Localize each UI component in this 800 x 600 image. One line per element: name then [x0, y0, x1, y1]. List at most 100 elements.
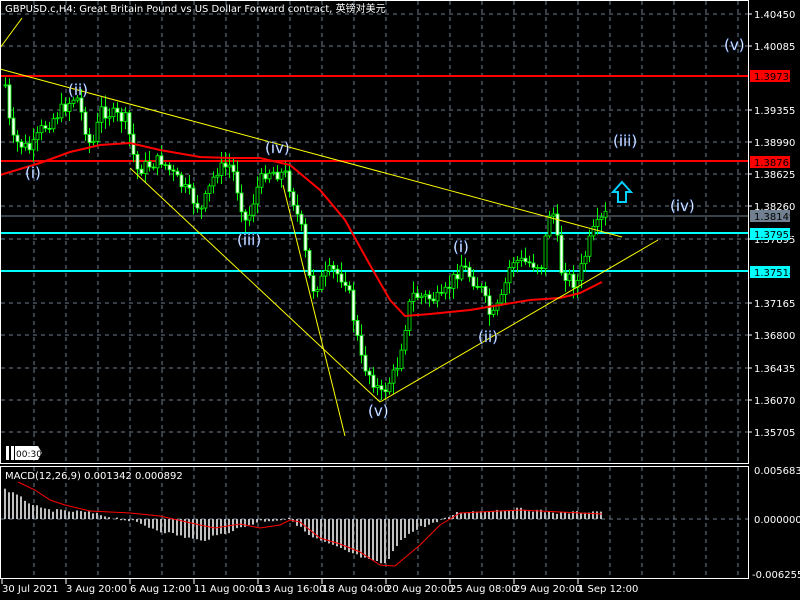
- macd-bar: [152, 519, 154, 529]
- candle-body: [7, 84, 12, 119]
- candle-body: [143, 161, 148, 174]
- macd-bar: [100, 515, 102, 519]
- candle-body: [539, 267, 544, 269]
- macd-bar: [568, 513, 570, 519]
- candle-body: [523, 257, 528, 263]
- price-tick: 1.38990: [754, 138, 795, 149]
- macd-bar: [220, 519, 222, 534]
- candle-body: [483, 286, 488, 297]
- candle-body: [455, 273, 460, 280]
- macd-bar: [128, 519, 130, 522]
- candle-body: [183, 184, 188, 188]
- macd-bar: [428, 519, 430, 525]
- candle-body: [147, 161, 152, 168]
- candle-body: [27, 142, 32, 151]
- candle-body: [475, 285, 480, 288]
- candle-body: [79, 97, 84, 113]
- candle-body: [411, 292, 416, 302]
- macd-bar: [140, 519, 142, 524]
- macd-bar: [84, 511, 86, 519]
- macd-bar: [560, 511, 562, 519]
- candle-body: [359, 335, 364, 356]
- macd-bar: [464, 512, 466, 519]
- candle-body: [535, 267, 540, 269]
- candle-body: [471, 276, 476, 287]
- time-tick: 13 Aug 16:00: [258, 584, 325, 595]
- wave-label: (ii): [68, 81, 88, 99]
- candle-body: [267, 172, 272, 180]
- candle-body: [551, 213, 556, 217]
- macd-bar: [312, 519, 314, 538]
- price-tick: 1.40085: [754, 42, 795, 53]
- candle-body: [451, 273, 456, 289]
- candle-body: [531, 262, 536, 268]
- candle-body: [431, 298, 436, 302]
- candle-body: [487, 295, 492, 315]
- candle-body: [599, 216, 604, 220]
- macd-bar: [264, 519, 266, 522]
- wave-label: (i): [453, 238, 469, 256]
- chart-title: GBPUSD.c,H4: Great Britain Pound vs US D…: [5, 2, 386, 15]
- time-tick: 25 Aug 08:00: [450, 584, 517, 595]
- price-tick: 1.36070: [754, 396, 795, 407]
- candle-body: [339, 273, 344, 283]
- candle-body: [87, 133, 92, 144]
- candle-body: [199, 207, 204, 210]
- macd-bar: [308, 519, 310, 536]
- macd-bar: [168, 519, 170, 533]
- time-axis[interactable]: 30 Jul 2021 3 Aug 20:00 6 Aug 12:00 11 A…: [2, 584, 638, 595]
- macd-bar: [240, 519, 242, 528]
- macd-bar: [328, 519, 330, 544]
- candle-body: [299, 213, 304, 225]
- candle-body: [111, 107, 116, 118]
- macd-bar: [404, 519, 406, 538]
- macd-bar: [188, 519, 190, 538]
- macd-bar: [52, 511, 54, 519]
- macd-bar: [156, 519, 158, 531]
- macd-bar: [260, 519, 262, 521]
- candle-body: [71, 99, 76, 104]
- macd-bar: [28, 503, 30, 519]
- price-tick: 1.36435: [754, 364, 795, 375]
- candle-body: [587, 235, 592, 257]
- price-tick: 1.35705: [754, 428, 795, 439]
- candle-body: [15, 134, 20, 143]
- candle-body: [511, 262, 516, 268]
- candle-body: [387, 382, 392, 393]
- macd-bar: [164, 519, 166, 534]
- macd-bar: [600, 511, 602, 519]
- timer-text: 00:30: [16, 450, 42, 460]
- candle-body: [547, 215, 552, 237]
- candle-body: [51, 118, 56, 130]
- macd-bar: [524, 509, 526, 519]
- time-tick: 20 Aug 20:00: [386, 584, 453, 595]
- candle-body: [175, 170, 180, 176]
- macd-bar: [508, 510, 510, 519]
- candle-body: [559, 234, 564, 274]
- candle-body: [419, 295, 424, 298]
- macd-bar: [432, 519, 434, 523]
- macd-bar: [544, 512, 546, 519]
- price-tick: 1.37165: [754, 299, 795, 310]
- candle-body: [187, 184, 192, 189]
- candle-body: [351, 289, 356, 321]
- wave-label: (iii): [237, 231, 261, 249]
- macd-bar: [492, 511, 494, 519]
- time-tick: 29 Aug 20:00: [514, 584, 581, 595]
- candle-body: [163, 164, 168, 167]
- macd-bar: [64, 510, 66, 519]
- macd-bar: [556, 513, 558, 519]
- candle-body: [235, 171, 240, 194]
- mt4-chart-window[interactable]: (ii) (i) (iv) (iii) (v) (i) (ii) (iii) (…: [0, 0, 800, 600]
- macd-bar: [596, 511, 598, 519]
- macd-bar: [208, 519, 210, 540]
- candle-body: [207, 185, 212, 194]
- candle-body: [259, 173, 264, 188]
- candle-body: [319, 275, 324, 291]
- candle-body: [519, 257, 524, 261]
- macd-bar: [144, 519, 146, 526]
- candle-body: [251, 203, 256, 216]
- macd-bar: [468, 513, 470, 519]
- macd-bar: [528, 511, 530, 519]
- candle-body: [99, 106, 104, 123]
